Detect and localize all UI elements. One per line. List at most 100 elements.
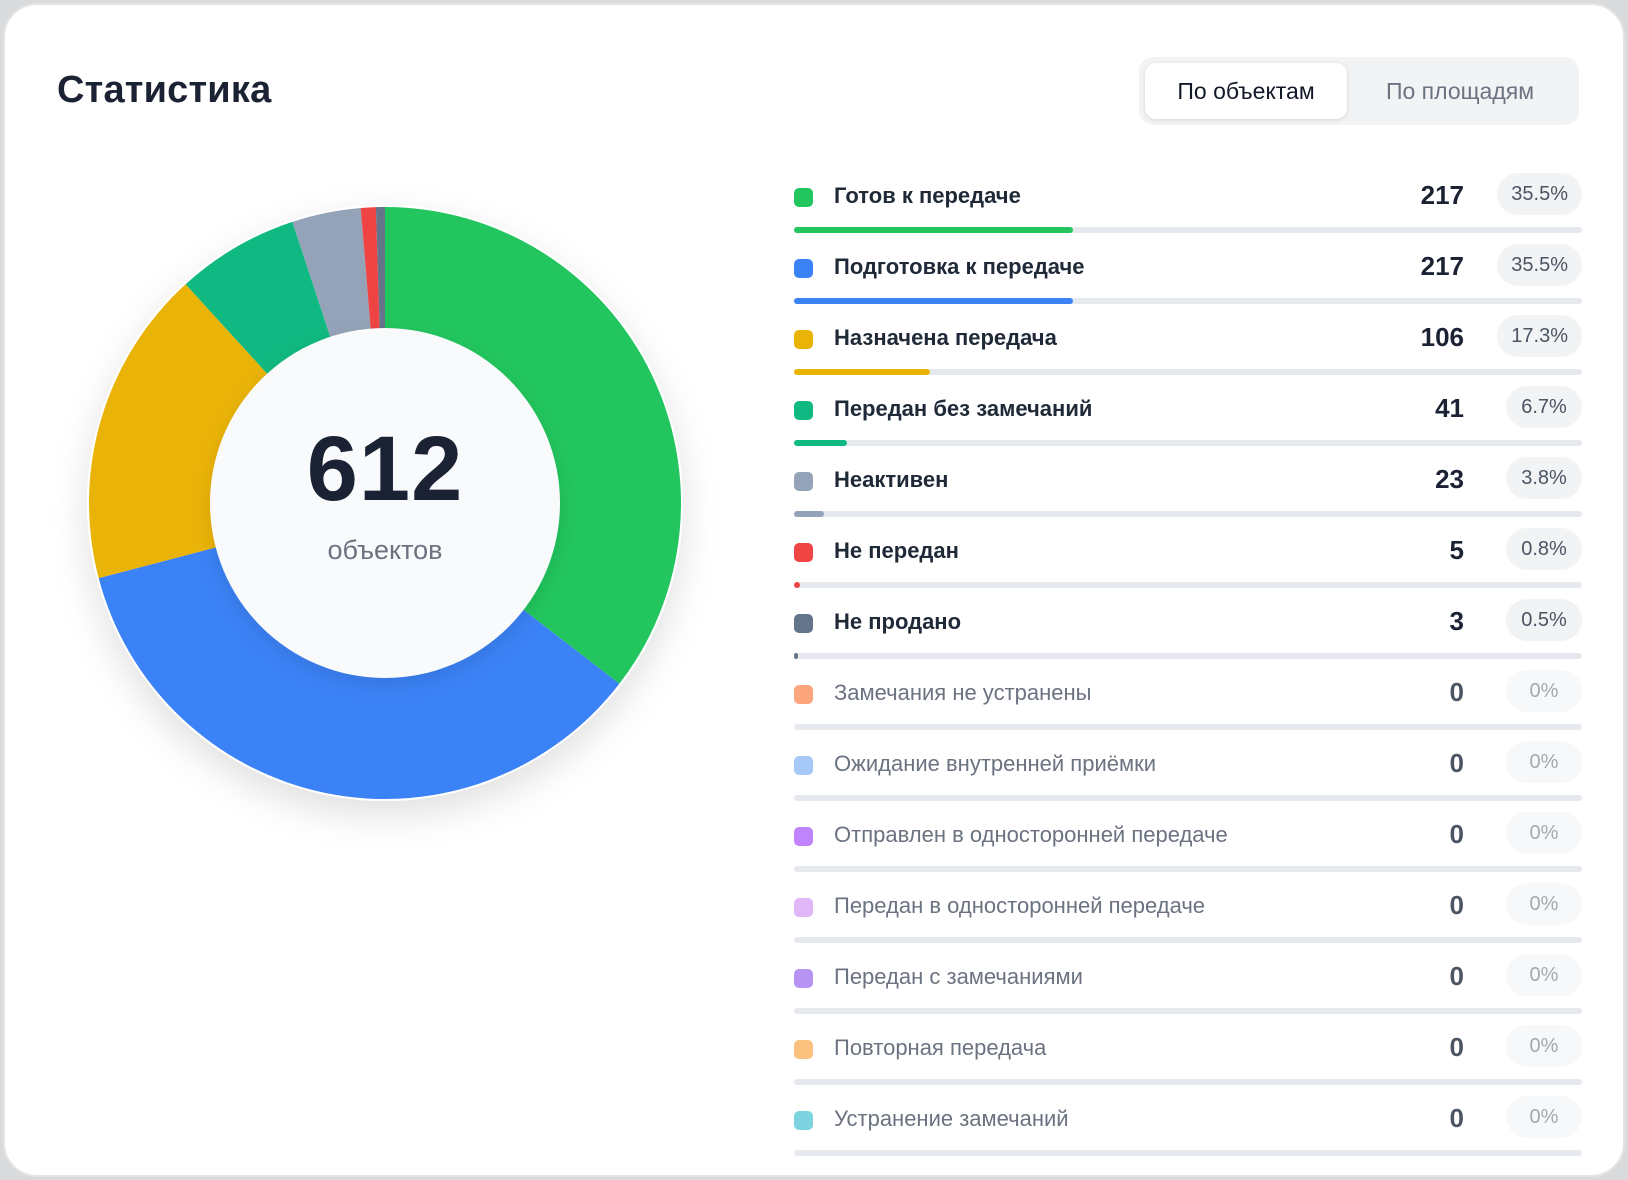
progress-track	[794, 866, 1582, 872]
progress-track	[794, 582, 1582, 588]
legend-count: 0	[1449, 819, 1464, 849]
legend-row[interactable]: Отправлен в односторонней передаче 0 0%	[792, 806, 1582, 877]
progress-track	[794, 1150, 1582, 1156]
legend-swatch	[794, 827, 813, 846]
legend-swatch	[794, 401, 813, 420]
legend-percent-badge: 3.8%	[1506, 457, 1582, 499]
legend-row[interactable]: Назначена передача 106 17.3%	[792, 309, 1582, 380]
progress-fill	[794, 582, 801, 588]
legend-swatch	[794, 259, 813, 278]
legend-count: 0	[1449, 1103, 1464, 1133]
progress-fill	[794, 227, 1074, 233]
statistics-card: Статистика По объектам По площадям 612 о…	[3, 3, 1625, 1177]
legend-percent-badge: 0.5%	[1506, 599, 1582, 641]
legend-percent-badge: 35.5%	[1497, 244, 1582, 286]
progress-track	[794, 937, 1582, 943]
legend-count: 0	[1449, 890, 1464, 920]
legend-label: Передан с замечаниями	[834, 964, 1083, 989]
legend-row[interactable]: Замечания не устранены 0 0%	[792, 664, 1582, 735]
legend-count: 0	[1449, 1032, 1464, 1062]
legend-label: Передан в односторонней передаче	[834, 893, 1206, 918]
progress-track	[794, 795, 1582, 801]
progress-track	[794, 369, 1582, 375]
legend-label: Неактивен	[834, 467, 949, 492]
legend-row[interactable]: Подготовка к передаче 217 35.5%	[792, 238, 1582, 309]
legend-count: 41	[1435, 393, 1464, 423]
legend-swatch	[794, 1040, 813, 1059]
legend-percent-badge: 0%	[1506, 1025, 1582, 1067]
legend-row[interactable]: Передан без замечаний 41 6.7%	[792, 380, 1582, 451]
legend-swatch	[794, 614, 813, 633]
legend-row[interactable]: Ожидание внутренней приёмки 0 0%	[792, 735, 1582, 806]
progress-fill	[794, 511, 824, 517]
legend-swatch	[794, 898, 813, 917]
progress-fill	[794, 298, 1074, 304]
total-count: 612	[306, 418, 464, 520]
legend-percent-badge: 0%	[1506, 1096, 1582, 1138]
legend-label: Подготовка к передаче	[834, 254, 1085, 279]
legend-count: 5	[1449, 535, 1464, 565]
legend-percent-badge: 0%	[1506, 670, 1582, 712]
legend-row[interactable]: Устранение замечаний 0 0%	[792, 1090, 1582, 1161]
status-legend: Готов к передаче 217 35.5% Подготовка к пер…	[792, 167, 1582, 1161]
legend-label: Замечания не устранены	[834, 680, 1092, 705]
progress-fill	[794, 369, 931, 375]
legend-label: Устранение замечаний	[834, 1106, 1069, 1131]
legend-row[interactable]: Готов к передаче 217 35.5%	[792, 167, 1582, 238]
progress-track	[794, 511, 1582, 517]
progress-track	[794, 227, 1582, 233]
legend-label: Отправлен в односторонней передаче	[834, 822, 1228, 847]
legend-swatch	[794, 685, 813, 704]
legend-count: 23	[1435, 464, 1464, 494]
tab-by-objects[interactable]: По объектам	[1145, 63, 1347, 119]
progress-track	[794, 724, 1582, 730]
legend-swatch	[794, 756, 813, 775]
legend-label: Не передан	[834, 538, 959, 563]
legend-count: 217	[1420, 251, 1464, 281]
tab-by-areas[interactable]: По площадям	[1347, 63, 1573, 119]
legend-percent-badge: 0.8%	[1506, 528, 1582, 570]
legend-count: 217	[1420, 180, 1464, 210]
legend-label: Готов к передаче	[834, 183, 1021, 208]
progress-track	[794, 440, 1582, 446]
progress-fill	[794, 653, 798, 659]
legend-row[interactable]: Передан с замечаниями 0 0%	[792, 948, 1582, 1019]
legend-swatch	[794, 472, 813, 491]
legend-row[interactable]: Неактивен 23 3.8%	[792, 451, 1582, 522]
legend-percent-badge: 0%	[1506, 812, 1582, 854]
legend-swatch	[794, 188, 813, 207]
legend-row[interactable]: Не передан 5 0.8%	[792, 522, 1582, 593]
legend-label: Повторная передача	[834, 1035, 1047, 1060]
legend-swatch	[794, 543, 813, 562]
legend-percent-badge: 35.5%	[1497, 173, 1582, 215]
legend-swatch	[794, 969, 813, 988]
legend-count: 0	[1449, 677, 1464, 707]
legend-swatch	[794, 1111, 813, 1130]
legend-row[interactable]: Передан в односторонней передаче 0 0%	[792, 877, 1582, 948]
legend-label: Ожидание внутренней приёмки	[834, 751, 1157, 776]
legend-label: Назначена передача	[834, 325, 1057, 350]
legend-swatch	[794, 330, 813, 349]
legend-count: 0	[1449, 748, 1464, 778]
progress-track	[794, 298, 1582, 304]
view-toggle: По объектам По площадям	[1139, 57, 1579, 125]
legend-row[interactable]: Не продано 3 0.5%	[792, 593, 1582, 664]
progress-track	[794, 1008, 1582, 1014]
legend-count: 3	[1449, 606, 1464, 636]
page-title: Статистика	[57, 69, 272, 111]
progress-fill	[794, 440, 847, 446]
progress-track	[794, 653, 1582, 659]
total-unit: объектов	[327, 535, 443, 565]
legend-percent-badge: 0%	[1506, 741, 1582, 783]
legend-percent-badge: 0%	[1506, 954, 1582, 996]
legend-percent-badge: 17.3%	[1497, 315, 1582, 357]
legend-label: Передан без замечаний	[834, 396, 1093, 421]
legend-percent-badge: 0%	[1506, 883, 1582, 925]
legend-row[interactable]: Повторная передача 0 0%	[792, 1019, 1582, 1090]
legend-percent-badge: 6.7%	[1506, 386, 1582, 428]
legend-count: 106	[1420, 322, 1464, 352]
legend-count: 0	[1449, 961, 1464, 991]
donut-chart: 612 объектов	[67, 185, 703, 821]
legend-label: Не продано	[834, 609, 962, 634]
progress-track	[794, 1079, 1582, 1085]
